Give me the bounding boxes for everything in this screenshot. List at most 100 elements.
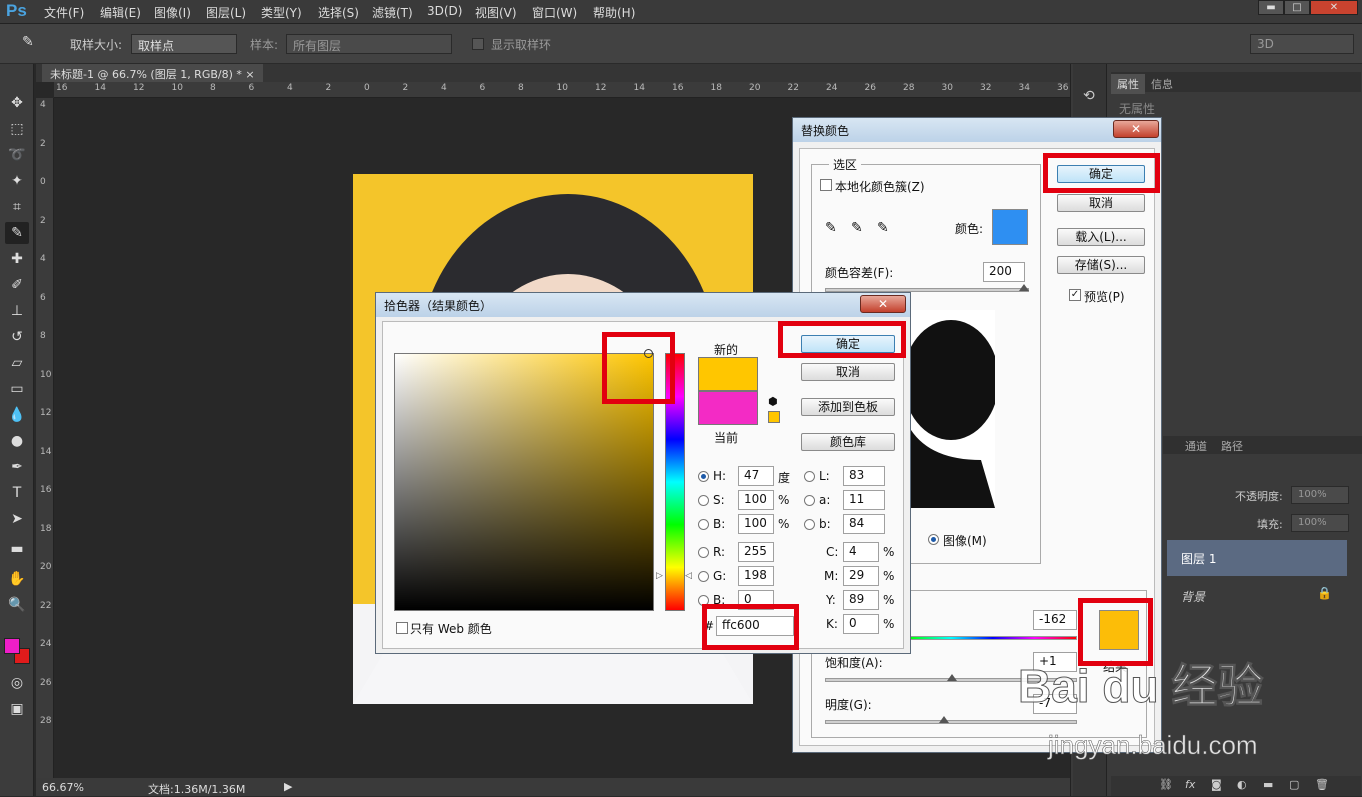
menu-help[interactable]: 帮助(H)	[593, 4, 635, 21]
pen-tool-icon[interactable]: ✒	[5, 456, 29, 478]
lightness-slider[interactable]	[825, 720, 1077, 724]
eraser-tool-icon[interactable]: ▱	[5, 352, 29, 374]
fill-field[interactable]: 100%	[1291, 514, 1349, 532]
fuzziness-slider-thumb[interactable]	[1019, 284, 1029, 291]
add-to-swatches-button[interactable]: 添加到色板	[801, 398, 895, 416]
tab-close-icon[interactable]: ×	[245, 68, 254, 81]
gradient-tool-icon[interactable]: ▭	[5, 378, 29, 400]
lightness-slider-thumb[interactable]	[939, 716, 949, 723]
replace-cancel-button[interactable]: 取消	[1057, 194, 1145, 212]
foreground-color-swatch[interactable]	[4, 638, 20, 654]
r-radio[interactable]	[698, 547, 709, 558]
menu-edit[interactable]: 编辑(E)	[100, 4, 141, 21]
k-input[interactable]: 0	[843, 614, 879, 634]
sample-layers-select[interactable]: 所有图层	[286, 34, 452, 54]
history-icon[interactable]: ⟲	[1083, 88, 1095, 104]
current-color-swatch[interactable]	[698, 391, 758, 425]
show-ring-checkbox[interactable]	[472, 38, 484, 50]
tab-paths[interactable]: 路径	[1215, 436, 1249, 456]
eyedropper-tool-icon[interactable]: ✎	[5, 222, 29, 244]
status-arrow-icon[interactable]: ▶	[284, 780, 292, 793]
sample-color-swatch[interactable]	[992, 209, 1028, 245]
menu-image[interactable]: 图像(I)	[154, 4, 191, 21]
tab-info[interactable]: 信息	[1145, 74, 1179, 94]
m-input[interactable]: 29	[843, 566, 879, 586]
path-select-icon[interactable]: ➤	[5, 508, 29, 530]
color-field[interactable]	[394, 353, 654, 611]
result-color-swatch[interactable]	[1099, 610, 1139, 650]
minimize-button[interactable]: ▬	[1258, 0, 1284, 15]
lab-b-radio[interactable]	[804, 519, 815, 530]
maximize-button[interactable]: □	[1284, 0, 1310, 15]
opacity-field[interactable]: 100%	[1291, 486, 1349, 504]
layer-row-1[interactable]: 图层 1	[1167, 540, 1347, 576]
quick-mask-icon[interactable]: ◎	[5, 672, 29, 694]
move-tool-icon[interactable]: ✥	[5, 92, 29, 114]
marquee-tool-icon[interactable]: ⬚	[5, 118, 29, 140]
hue-bar[interactable]	[665, 353, 685, 611]
trash-icon[interactable]: 🗑	[1315, 778, 1329, 791]
type-tool-icon[interactable]: T	[5, 482, 29, 504]
document-tab[interactable]: 未标题-1 @ 66.7% (图层 1, RGB/8) * ×	[42, 64, 263, 82]
saturation-slider-thumb[interactable]	[947, 674, 957, 681]
brush-tool-icon[interactable]: ✐	[5, 274, 29, 296]
sample-size-select[interactable]: 取样点	[131, 34, 237, 54]
load-button[interactable]: 载入(L)...	[1057, 228, 1145, 246]
menu-view[interactable]: 视图(V)	[475, 4, 517, 21]
layer-row-background[interactable]: 背景 🔒	[1167, 578, 1347, 614]
a-radio[interactable]	[804, 495, 815, 506]
s-input[interactable]: 100	[738, 490, 774, 510]
history-brush-icon[interactable]: ↺	[5, 326, 29, 348]
h-input[interactable]: 47	[738, 466, 774, 486]
menu-window[interactable]: 窗口(W)	[532, 4, 577, 21]
picker-ok-button[interactable]: 确定	[801, 335, 895, 353]
image-radio[interactable]	[928, 534, 939, 545]
hex-input[interactable]: ffc600	[716, 616, 794, 636]
replace-color-close-button[interactable]: ✕	[1113, 120, 1159, 138]
color-picker-close-button[interactable]: ✕	[860, 295, 906, 313]
lab-b-input[interactable]: 84	[843, 514, 885, 534]
blur-tool-icon[interactable]: 💧	[5, 404, 29, 426]
web-only-checkbox[interactable]	[396, 622, 408, 634]
adjustment-icon[interactable]: ◐	[1237, 778, 1247, 791]
stamp-tool-icon[interactable]: ⊥	[5, 300, 29, 322]
save-button[interactable]: 存储(S)...	[1057, 256, 1145, 274]
h-radio[interactable]	[698, 471, 709, 482]
l-input[interactable]: 83	[843, 466, 885, 486]
dodge-tool-icon[interactable]: ●	[5, 430, 29, 452]
l-radio[interactable]	[804, 471, 815, 482]
menu-select[interactable]: 选择(S)	[318, 4, 359, 21]
eyedropper-icon[interactable]: ✎	[22, 34, 34, 50]
menu-filter[interactable]: 滤镜(T)	[372, 4, 413, 21]
screen-mode-icon[interactable]: ▣	[5, 698, 29, 720]
b-input[interactable]: 100	[738, 514, 774, 534]
crop-tool-icon[interactable]: ⌗	[5, 196, 29, 218]
color-libraries-button[interactable]: 颜色库	[801, 433, 895, 451]
blue-radio[interactable]	[698, 595, 709, 606]
menu-3d[interactable]: 3D(D)	[427, 4, 462, 18]
eyedropper-plus-icon[interactable]: ✎	[851, 220, 863, 236]
s-radio[interactable]	[698, 495, 709, 506]
b-radio[interactable]	[698, 519, 709, 530]
color-field-cursor[interactable]	[644, 349, 653, 358]
menu-file[interactable]: 文件(F)	[44, 4, 84, 21]
lasso-tool-icon[interactable]: ➰	[5, 144, 29, 166]
lightness-input[interactable]: -7	[1033, 694, 1077, 714]
fuzziness-input[interactable]: 200	[983, 262, 1025, 282]
y-input[interactable]: 89	[843, 590, 879, 610]
menu-type[interactable]: 类型(Y)	[261, 4, 302, 21]
hand-tool-icon[interactable]: ✋	[5, 568, 29, 590]
g-input[interactable]: 198	[738, 566, 774, 586]
localized-clusters-checkbox[interactable]	[820, 179, 832, 191]
eyedropper-icon[interactable]: ✎	[825, 220, 837, 236]
web-safe-swatch[interactable]	[768, 411, 780, 423]
close-window-button[interactable]: ✕	[1310, 0, 1358, 15]
folder-icon[interactable]: ▬	[1263, 778, 1273, 791]
tab-channels[interactable]: 通道	[1179, 436, 1213, 456]
mask-icon[interactable]: ◙	[1211, 778, 1222, 791]
r-input[interactable]: 255	[738, 542, 774, 562]
preview-checkbox[interactable]: ✓	[1069, 289, 1081, 301]
new-layer-icon[interactable]: ▢	[1289, 778, 1299, 791]
saturation-input[interactable]: +1	[1033, 652, 1077, 672]
replace-ok-button[interactable]: 确定	[1057, 165, 1145, 183]
